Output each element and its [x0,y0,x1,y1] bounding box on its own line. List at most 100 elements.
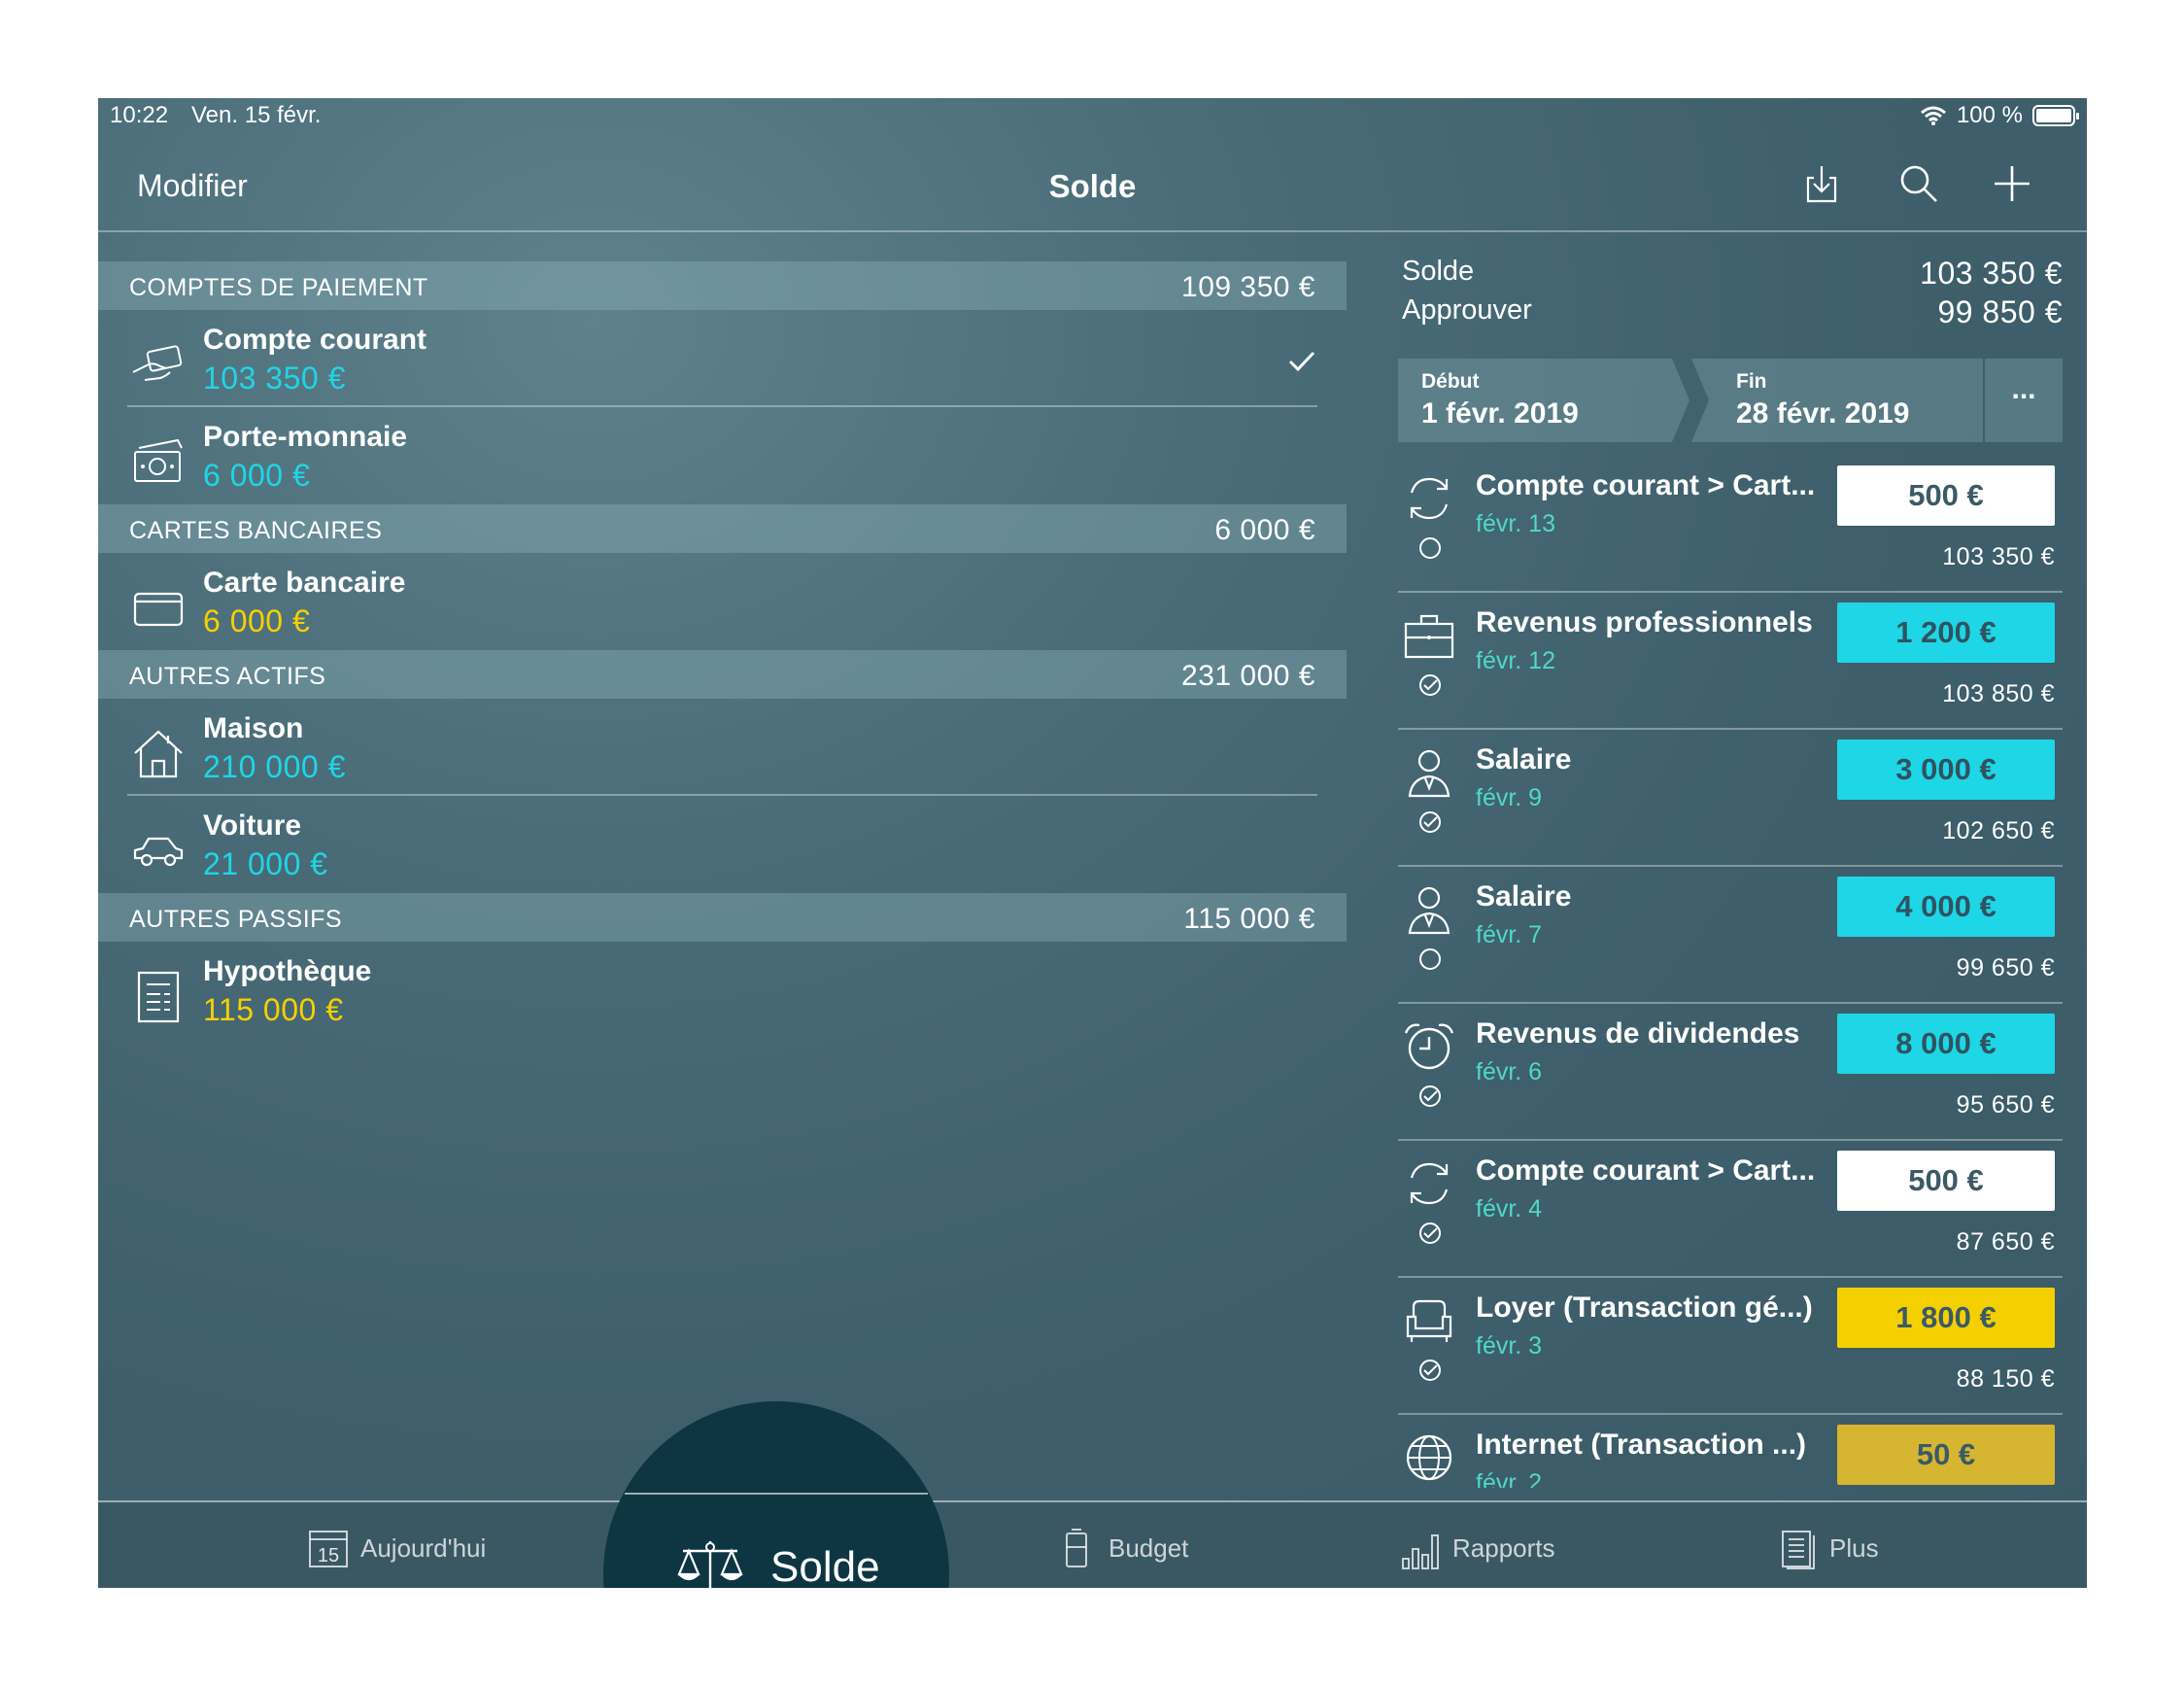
status-time: 10:22 [110,102,169,128]
tab-reports[interactable]: Rapports [1398,1526,1555,1570]
balance-label: Solde [1402,256,1475,287]
account-name: Maison [203,712,304,744]
transaction-date: févr. 7 [1476,921,1543,948]
transaction-name: Internet (Transaction ...) [1476,1429,1807,1461]
tab-budget[interactable]: Budget [1054,1526,1188,1570]
briefcase-icon [1404,614,1454,659]
globe-icon [1406,1434,1452,1481]
running-balance: 103 850 € [1942,680,2055,707]
bar-chart-icon [1402,1534,1439,1569]
section-header-liabilities: AUTRES PASSIFS 115 000 € [98,893,1347,942]
transaction-date: févr. 3 [1476,1332,1543,1360]
section-title: COMPTES DE PAIEMENT [129,274,428,301]
account-amount: 103 350 € [203,361,346,396]
account-row-carte-bancaire[interactable]: Carte bancaire 6 000 € [98,553,1347,650]
tab-label: Solde [770,1543,880,1588]
transaction-row[interactable]: Compte courant > Cart... févr. 13 500 € … [1398,456,2063,593]
app-window: 10:22 Ven. 15 févr. 100 % Modifier Solde [98,98,2087,1588]
tab-label: Plus [1829,1532,1879,1563]
check-circle-icon[interactable] [1417,1221,1443,1246]
account-row-voiture[interactable]: Voiture 21 000 € [98,796,1347,893]
calendar-day: 15 [318,1545,339,1566]
house-icon [134,730,183,778]
period-start-button[interactable]: Début 1 févr. 2019 [1398,359,1689,442]
check-circle-icon[interactable] [1417,1084,1443,1109]
circle-icon[interactable] [1417,535,1443,561]
tab-bar: 15 Aujourd'hui Budget Rapports Plus [98,1500,2087,1588]
transaction-name: Revenus professionnels [1476,606,1813,638]
download-icon[interactable] [1798,160,1845,207]
transaction-row[interactable]: Salaire févr. 9 3 000 € 102 650 € [1398,730,2063,867]
tab-label: Aujourd'hui [360,1532,487,1563]
transaction-row[interactable]: Loyer (Transaction gé...) févr. 3 1 800 … [1398,1278,2063,1415]
tab-today[interactable]: 15 Aujourd'hui [306,1526,486,1570]
period-more-button[interactable]: ... [1985,359,2063,442]
transactions-panel: Solde 103 350 € Approuver 99 850 € Début… [1396,254,2066,1488]
transaction-name: Salaire [1476,743,1572,775]
running-balance: 102 650 € [1942,817,2055,844]
tab-balance-active[interactable]: Solde [603,1401,949,1588]
transaction-row[interactable]: Internet (Transaction ...) févr. 2 50 € [1398,1415,2063,1488]
transaction-amount: 500 € [1837,1151,2055,1211]
account-row-hypotheque[interactable]: Hypothèque 115 000 € [98,942,1347,1039]
running-balance: 88 150 € [1956,1365,2055,1393]
transaction-amount: 1 800 € [1837,1288,2055,1348]
section-total: 109 350 € [1181,271,1315,303]
tab-more[interactable]: Plus [1775,1526,1879,1570]
battery-icon [2032,105,2079,126]
period-end-label: Fin [1736,370,1767,393]
account-amount: 210 000 € [203,749,346,784]
account-name: Voiture [203,809,302,842]
balance-summary: Solde 103 350 € [1402,256,2063,294]
page-title: Solde [1048,168,1137,204]
account-name: Carte bancaire [203,567,406,599]
add-icon[interactable] [1989,160,2035,207]
account-amount: 6 000 € [203,458,311,493]
battery-icon [1066,1529,1087,1567]
transaction-row[interactable]: Revenus de dividendes févr. 6 8 000 € 95… [1398,1004,2063,1141]
account-row-maison[interactable]: Maison 210 000 € [98,699,1347,796]
period-end-value: 28 févr. 2019 [1736,397,1910,430]
person-icon [1408,886,1450,935]
section-header-assets: AUTRES ACTIFS 231 000 € [98,650,1347,699]
section-total: 231 000 € [1181,660,1315,692]
account-name: Compte courant [203,324,427,356]
transaction-date: févr. 13 [1476,510,1555,537]
transaction-date: févr. 12 [1476,647,1555,674]
period-selector: Début 1 févr. 2019 Fin 28 févr. 2019 ... [1398,359,2063,442]
navigation-bar: Modifier Solde [98,137,2087,232]
transaction-row[interactable]: Revenus professionnels févr. 12 1 200 € … [1398,593,2063,730]
period-start-value: 1 févr. 2019 [1421,397,1579,430]
running-balance: 103 350 € [1942,543,2055,570]
transaction-name: Revenus de dividendes [1476,1017,1800,1050]
person-icon [1408,749,1450,798]
status-right: 100 % [1920,102,2079,129]
calendar-icon: 15 [309,1531,348,1567]
section-total: 115 000 € [1183,903,1315,935]
search-icon[interactable] [1895,160,1942,207]
cash-icon [134,438,183,482]
status-bar: 10:22 Ven. 15 févr. 100 % [98,98,2087,137]
check-circle-icon[interactable] [1417,809,1443,835]
period-end-button[interactable]: Fin 28 févr. 2019 [1691,359,1983,442]
wifi-icon [1920,106,1946,125]
transaction-amount: 8 000 € [1837,1014,2055,1074]
transaction-date: févr. 4 [1476,1195,1543,1222]
section-total: 6 000 € [1214,514,1315,546]
section-header-cards: CARTES BANCAIRES 6 000 € [98,504,1347,553]
transaction-date: févr. 9 [1476,784,1543,811]
transaction-row[interactable]: Salaire févr. 7 4 000 € 99 650 € [1398,867,2063,1004]
car-icon [133,837,184,867]
account-row-compte-courant[interactable]: Compte courant 103 350 € [98,310,1347,407]
circle-icon[interactable] [1417,947,1443,972]
check-circle-icon[interactable] [1417,1358,1443,1383]
account-row-porte-monnaie[interactable]: Porte-monnaie 6 000 € [98,407,1347,504]
credit-card-icon [133,592,184,627]
check-circle-icon[interactable] [1417,672,1443,698]
transaction-row[interactable]: Compte courant > Cart... févr. 4 500 € 8… [1398,1141,2063,1278]
account-amount: 115 000 € [203,992,344,1027]
transaction-name: Compte courant > Cart... [1476,469,1816,501]
transaction-name: Compte courant > Cart... [1476,1154,1816,1187]
section-title: AUTRES ACTIFS [129,663,326,690]
hand-card-icon [132,345,183,381]
